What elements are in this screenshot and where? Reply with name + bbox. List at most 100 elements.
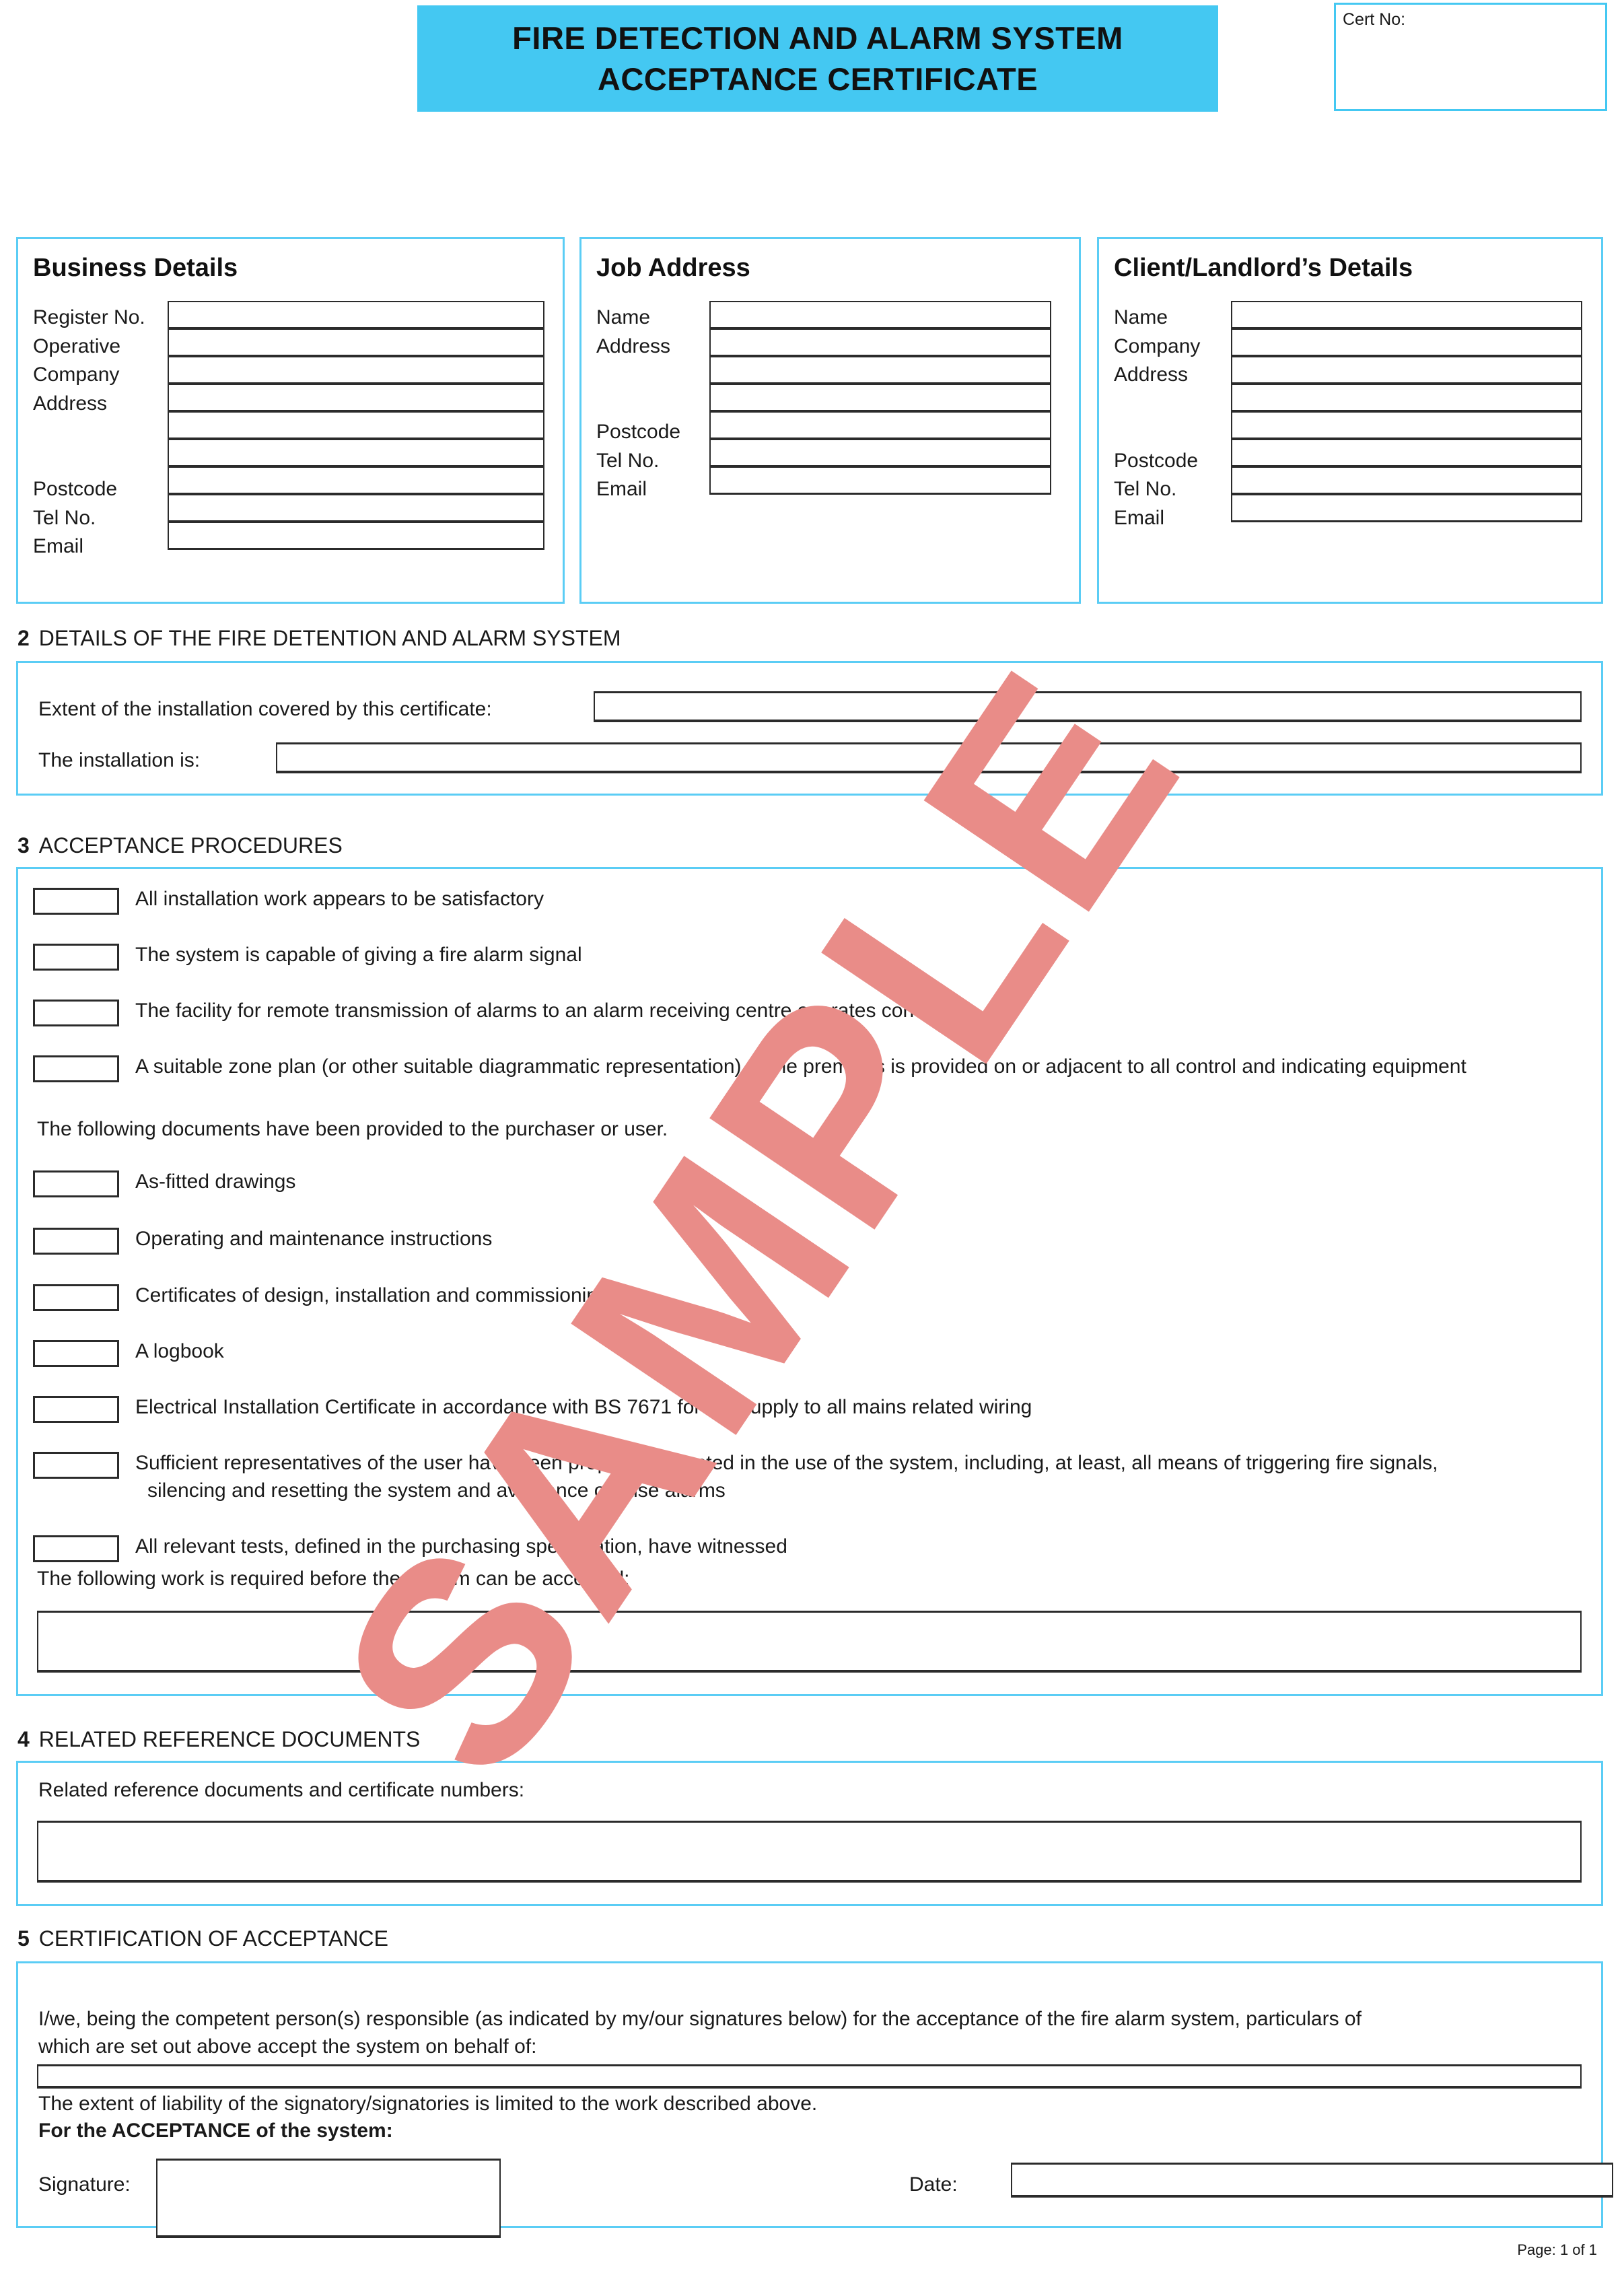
related-documents-label: Related reference documents and certific…: [38, 1779, 525, 1801]
check-label-relevant-tests: All relevant tests, defined in the purch…: [135, 1535, 787, 1558]
declaration-line-2: which are set out above accept the syste…: [38, 2035, 537, 2058]
checkbox-as-fitted-drawings[interactable]: [33, 1170, 119, 1197]
field-company[interactable]: [168, 356, 544, 384]
section-3-title: ACCEPTANCE PROCEDURES: [38, 833, 343, 858]
check-label-certificates-design: Certificates of design, installation and…: [135, 1284, 609, 1306]
field-email[interactable]: [168, 522, 544, 550]
behalf-of-input[interactable]: [37, 2064, 1582, 2089]
check-row-installation-satisfactory[interactable]: All installation work appears to be sati…: [33, 888, 544, 915]
business-details-title: Business Details: [33, 254, 238, 282]
field-register-no[interactable]: [168, 301, 544, 329]
date-input[interactable]: [1011, 2163, 1613, 2198]
field-job-email[interactable]: [709, 466, 1051, 495]
check-label-zone-plan: A suitable zone plan (or other suitable …: [135, 1055, 1467, 1078]
field-address-2[interactable]: [168, 411, 544, 440]
field-client-address-1[interactable]: [1231, 356, 1582, 384]
installation-is-label: The installation is:: [38, 749, 201, 771]
field-client-email[interactable]: [1231, 494, 1582, 522]
field-job-postcode[interactable]: [709, 411, 1051, 440]
check-label-electrical-certificate: Electrical Installation Certificate in a…: [135, 1396, 1032, 1418]
label-client-blank-1: [1114, 390, 1200, 419]
field-client-postcode[interactable]: [1231, 439, 1582, 467]
checkbox-representatives-instructed[interactable]: [33, 1452, 119, 1479]
check-label-fire-alarm-signal: The system is capable of giving a fire a…: [135, 944, 582, 966]
section-2-heading: 2 DETAILS OF THE FIRE DETENTION AND ALARM…: [17, 626, 621, 651]
work-required-input[interactable]: [37, 1611, 1582, 1673]
label-tel-no: Tel No.: [33, 506, 96, 529]
section-4-title: RELATED REFERENCE DOCUMENTS: [38, 1727, 421, 1751]
label-client-name: Name: [1114, 306, 1168, 328]
declaration-line-1: I/we, being the competent person(s) resp…: [38, 2008, 1362, 2030]
extent-input[interactable]: [594, 691, 1582, 722]
signature-input[interactable]: [156, 2159, 501, 2238]
section-5-number: 5: [17, 1926, 30, 1951]
checkbox-certificates-design[interactable]: [33, 1284, 119, 1311]
field-address-1[interactable]: [168, 384, 544, 412]
job-address-labels: Name Address Postcode Tel No. Email: [596, 304, 680, 504]
field-job-name[interactable]: [709, 301, 1051, 329]
check-row-electrical-certificate[interactable]: Electrical Installation Certificate in a…: [33, 1396, 1032, 1423]
checkbox-remote-transmission[interactable]: [33, 1000, 119, 1026]
extent-label: Extent of the installation covered by th…: [38, 698, 492, 720]
client-landlord-labels: Name Company Address Postcode Tel No. Em…: [1114, 304, 1200, 532]
section-2-number: 2: [17, 626, 30, 650]
signature-label: Signature:: [38, 2173, 131, 2196]
checkbox-zone-plan[interactable]: [33, 1055, 119, 1082]
label-email: Email: [33, 535, 84, 557]
check-row-certificates-design[interactable]: Certificates of design, installation and…: [33, 1284, 609, 1311]
check-row-fire-alarm-signal[interactable]: The system is capable of giving a fire a…: [33, 944, 582, 971]
checkbox-operating-maintenance[interactable]: [33, 1228, 119, 1255]
field-client-address-3[interactable]: [1231, 411, 1582, 440]
field-tel-no[interactable]: [168, 494, 544, 522]
title-line-1: FIRE DETECTION AND ALARM SYSTEM: [512, 20, 1123, 56]
field-address-3[interactable]: [168, 439, 544, 467]
label-blank-2: [33, 447, 145, 476]
checkbox-installation-satisfactory[interactable]: [33, 888, 119, 915]
check-row-operating-maintenance[interactable]: Operating and maintenance instructions: [33, 1228, 492, 1255]
acceptance-heading: For the ACCEPTANCE of the system:: [38, 2120, 393, 2142]
field-postcode[interactable]: [168, 466, 544, 495]
related-documents-input[interactable]: [37, 1821, 1582, 1883]
label-client-tel-no: Tel No.: [1114, 478, 1177, 500]
field-client-name[interactable]: [1231, 301, 1582, 329]
section-4-heading: 4 RELATED REFERENCE DOCUMENTS: [17, 1727, 420, 1752]
client-landlord-details-panel: Client/Landlord’s Details Name Company A…: [1097, 237, 1603, 604]
field-job-address-2[interactable]: [709, 356, 1051, 384]
cert-no-box[interactable]: Cert No:: [1334, 3, 1607, 111]
title-line-2: ACCEPTANCE CERTIFICATE: [597, 61, 1038, 97]
checkbox-relevant-tests[interactable]: [33, 1535, 119, 1562]
label-postcode: Postcode: [33, 478, 118, 500]
field-job-address-1[interactable]: [709, 328, 1051, 357]
check-label-operating-maintenance: Operating and maintenance instructions: [135, 1228, 493, 1250]
section-4-box: Related reference documents and certific…: [16, 1761, 1603, 1906]
checkbox-fire-alarm-signal[interactable]: [33, 944, 119, 971]
work-required-label: The following work is required before th…: [37, 1568, 630, 1590]
checkbox-electrical-certificate[interactable]: [33, 1396, 119, 1423]
check-label-logbook: A logbook: [135, 1340, 224, 1362]
check-row-relevant-tests[interactable]: All relevant tests, defined in the purch…: [33, 1535, 787, 1562]
client-landlord-title: Client/Landlord’s Details: [1114, 254, 1413, 282]
label-job-postcode: Postcode: [596, 421, 681, 443]
field-job-address-3[interactable]: [709, 384, 1051, 412]
label-job-blank-2: [596, 390, 680, 419]
cert-no-label: Cert No:: [1343, 10, 1406, 29]
field-operative[interactable]: [168, 328, 544, 357]
check-row-remote-transmission[interactable]: The facility for remote transmission of …: [33, 1000, 958, 1026]
section-2-box: Extent of the installation covered by th…: [16, 661, 1603, 796]
field-client-address-2[interactable]: [1231, 384, 1582, 412]
installation-is-input[interactable]: [276, 742, 1582, 773]
check-row-representatives-instructed[interactable]: Sufficient representatives of the user h…: [33, 1452, 1438, 1504]
field-client-tel-no[interactable]: [1231, 466, 1582, 495]
check-row-zone-plan[interactable]: A suitable zone plan (or other suitable …: [33, 1055, 1467, 1082]
liability-text: The extent of liability of the signatory…: [38, 2093, 818, 2115]
check-row-logbook[interactable]: A logbook: [33, 1340, 224, 1367]
check-label-as-fitted-drawings: As-fitted drawings: [135, 1170, 296, 1193]
check-row-as-fitted-drawings[interactable]: As-fitted drawings: [33, 1170, 295, 1197]
label-operative: Operative: [33, 335, 121, 357]
checkbox-logbook[interactable]: [33, 1340, 119, 1367]
label-company: Company: [33, 363, 120, 386]
field-client-company[interactable]: [1231, 328, 1582, 357]
label-job-name: Name: [596, 306, 651, 328]
field-job-tel-no[interactable]: [709, 439, 1051, 467]
certificate-page: FIRE DETECTION AND ALARM SYSTEM ACCEPTAN…: [0, 0, 1624, 2275]
